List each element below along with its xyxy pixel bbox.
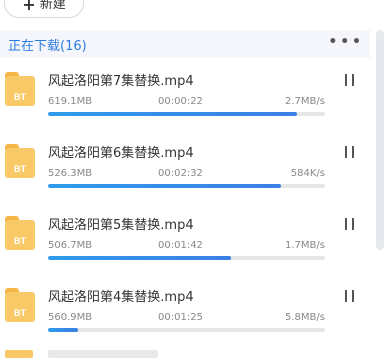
download-speed: 5.8MB/s [285,312,325,323]
file-type-label: BT [14,92,26,102]
bt-file-icon: BT [5,288,35,322]
download-item[interactable]: BT 风起洛阳第5集替换.mp4 506.7MB 00:01:42 1.7MB/… [0,204,370,276]
download-item[interactable]: BT 风起洛阳第7集替换.mp4 619.1MB 00:00:22 2.7MB/… [0,60,370,132]
bt-file-icon: BT [5,216,35,250]
progress-bar [48,256,325,260]
download-speed: 584K/s [290,168,325,179]
file-name: 风起洛阳第6集替换.mp4 [48,146,194,161]
top-toolbar: + 新建 [0,0,370,22]
download-item[interactable]: BT 风起洛阳第4集替换.mp4 560.9MB 00:01:25 5.8MB/… [0,276,370,348]
download-item[interactable]: BT 风起洛阳第6集替换.mp4 526.3MB 00:02:32 584K/s [0,132,370,204]
pause-icon[interactable] [345,290,355,302]
file-name: 风起洛阳第5集替换.mp4 [48,218,194,233]
progress-fill [48,256,231,260]
progress-fill [48,184,281,188]
pause-icon[interactable] [345,218,355,230]
pause-icon[interactable] [345,74,355,86]
downloading-section-header: 正在下载(16) • • • [0,30,370,58]
file-size: 619.1MB [48,96,93,107]
bt-file-icon: BT [5,144,35,178]
download-speed: 2.7MB/s [285,96,325,107]
file-size: 526.3MB [48,168,93,179]
remaining-time: 00:02:32 [158,168,203,179]
bt-file-icon: BT [5,72,35,106]
download-speed: 1.7MB/s [285,240,325,251]
remaining-time: 00:01:42 [158,240,203,251]
file-type-label: BT [14,236,26,246]
new-button-label: 新建 [39,0,66,12]
file-type-label: BT [14,164,26,174]
file-size: 506.7MB [48,240,93,251]
section-title[interactable]: 正在下载(16) [8,35,87,54]
progress-bar [48,184,325,188]
pause-icon[interactable] [345,146,355,158]
progress-bar [48,112,325,116]
remaining-time: 00:00:22 [158,96,203,107]
file-size: 560.9MB [48,312,93,323]
remaining-time: 00:01:25 [158,312,203,323]
file-name: 风起洛阳第7集替换.mp4 [48,74,194,89]
scrollbar[interactable] [376,30,384,250]
more-icon[interactable]: • • • [328,35,361,49]
file-type-label: BT [14,308,26,318]
file-icon [5,350,33,358]
new-button[interactable]: + 新建 [4,0,84,18]
progress-fill [48,112,298,116]
progress-fill [48,328,79,332]
file-name-partial [48,350,158,358]
partial-list-item [0,342,370,362]
file-name: 风起洛阳第4集替换.mp4 [48,290,194,305]
progress-bar [48,328,325,332]
plus-icon: + [22,0,36,14]
